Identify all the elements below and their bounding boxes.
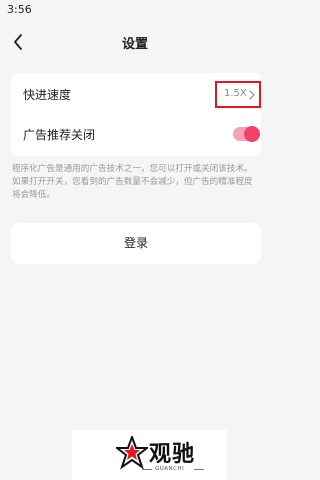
- watermark-brand: 观驰: [149, 442, 196, 467]
- status-bar: 3:56: [0, 0, 270, 24]
- speed-label: 快进速度: [23, 88, 72, 102]
- login-button[interactable]: 登录: [11, 223, 261, 264]
- chevron-right-icon: [249, 90, 255, 100]
- setting-row-speed[interactable]: 快进速度 1.5X: [11, 75, 261, 113]
- settings-card: 快进速度 1.5X 广告推荐关闭: [11, 73, 261, 156]
- setting-row-ads: 广告推荐关闭: [11, 115, 261, 153]
- speed-value-highlight[interactable]: 1.5X: [215, 81, 261, 108]
- speed-value: 1.5X: [224, 88, 247, 99]
- star-logo-icon: [116, 436, 148, 470]
- watermark-logo: 观驰 GUANCHI: [72, 430, 227, 480]
- status-time: 3:56: [7, 3, 32, 16]
- page-title: 设置: [121, 37, 148, 52]
- nav-bar: 设置: [0, 28, 270, 58]
- watermark-sub: GUANCHI: [155, 466, 185, 472]
- ads-label: 广告推荐关闭: [23, 128, 96, 142]
- ads-toggle[interactable]: [233, 126, 260, 142]
- watermark-line-right: [194, 469, 204, 470]
- ads-description: 程序化广告是通用的广告技术之一，您可以打开或关闭该技术。如果打开开关，您看到的广…: [12, 164, 253, 200]
- toggle-knob: [244, 126, 260, 142]
- watermark-line-left: [142, 469, 152, 470]
